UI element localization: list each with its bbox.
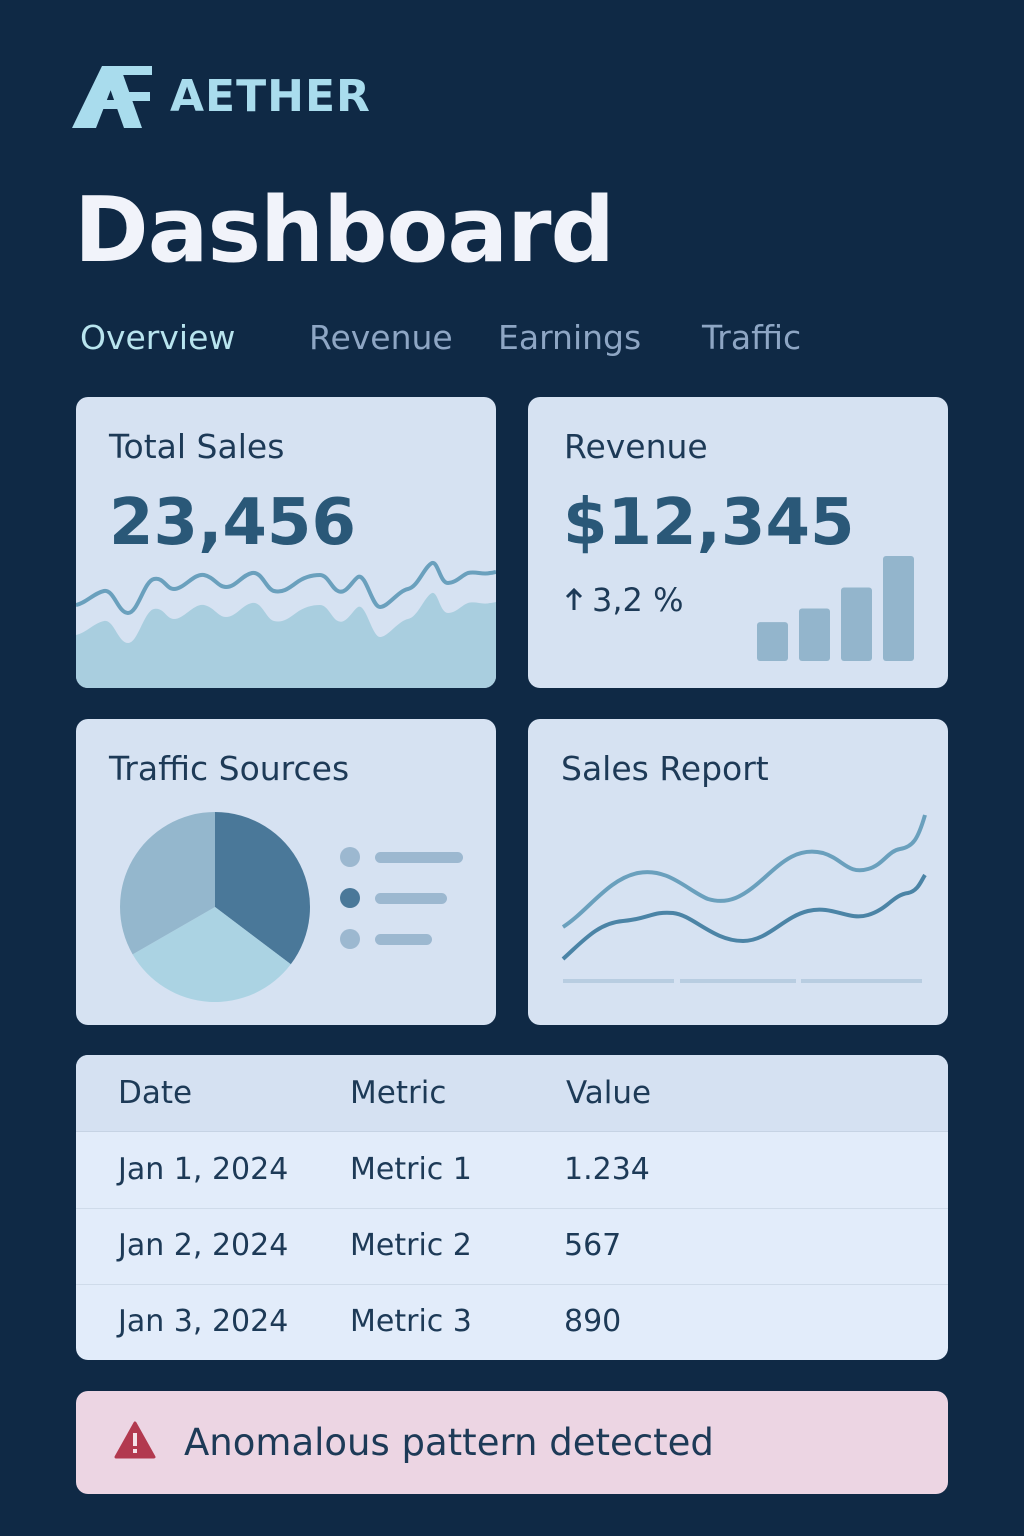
sales-report-series-2 [561,873,927,961]
cell-date: Jan 1, 2024 [118,1152,289,1187]
brand-logo[interactable]: AETHER [72,64,371,130]
legend-placeholder-bar [375,893,447,904]
revenue-bar [883,556,914,661]
cell-value: 890 [564,1304,622,1339]
tab-traffic[interactable]: Traffic [702,316,801,360]
table-row[interactable]: Jan 1, 2024 Metric 1 1.234 [76,1132,948,1209]
cell-metric: Metric 3 [350,1304,472,1339]
legend-placeholder-bar [375,852,463,863]
tab-earnings[interactable]: Earnings [498,316,641,360]
revenue-bar [757,622,788,661]
cell-date: Jan 2, 2024 [118,1228,289,1263]
legend-dot [340,847,360,867]
traffic-legend [340,847,463,949]
sales-report-card[interactable]: Sales Report [528,719,948,1025]
cell-value: 567 [564,1228,622,1263]
tab-bar: Overview Revenue Earnings Traffic [0,316,1024,360]
tab-overview[interactable]: Overview [80,316,235,360]
legend-dot [340,929,360,949]
cell-value: 1.234 [564,1152,650,1187]
cell-date: Jan 3, 2024 [118,1304,289,1339]
sales-sparkline-area [76,592,496,688]
metrics-table: Date Metric Value Jan 1, 2024 Metric 1 1… [76,1055,948,1360]
revenue-card[interactable]: Revenue $12,345 3,2 % [528,397,948,688]
tab-revenue[interactable]: Revenue [309,316,453,360]
column-header-metric[interactable]: Metric [350,1055,446,1131]
column-header-date[interactable]: Date [118,1055,192,1131]
warning-triangle-icon [114,1421,156,1459]
brand-name: AETHER [170,71,371,122]
total-sales-card[interactable]: Total Sales 23,456 [76,397,496,688]
total-sales-value: 23,456 [109,486,356,560]
anomaly-alert[interactable]: Anomalous pattern detected [76,1391,948,1494]
sales-report-line-chart [561,814,927,983]
page-title: Dashboard [74,178,615,283]
legend-placeholder-bar [375,934,432,945]
alert-message: Anomalous pattern detected [184,1421,714,1464]
table-row[interactable]: Jan 2, 2024 Metric 2 567 [76,1208,948,1285]
table-row[interactable]: Jan 3, 2024 Metric 3 890 [76,1284,948,1360]
legend-dot [340,888,360,908]
total-sales-title: Total Sales [109,427,285,466]
cell-metric: Metric 2 [350,1228,472,1263]
column-header-value[interactable]: Value [566,1055,651,1131]
table-header: Date Metric Value [76,1055,948,1132]
cell-metric: Metric 1 [350,1152,472,1187]
traffic-sources-card[interactable]: Traffic Sources [76,719,496,1025]
revenue-bar [841,587,872,661]
sales-report-series-1 [561,814,927,929]
revenue-bar-chart [757,556,914,661]
revenue-bar [799,608,830,661]
logo-mark-icon [72,66,152,128]
